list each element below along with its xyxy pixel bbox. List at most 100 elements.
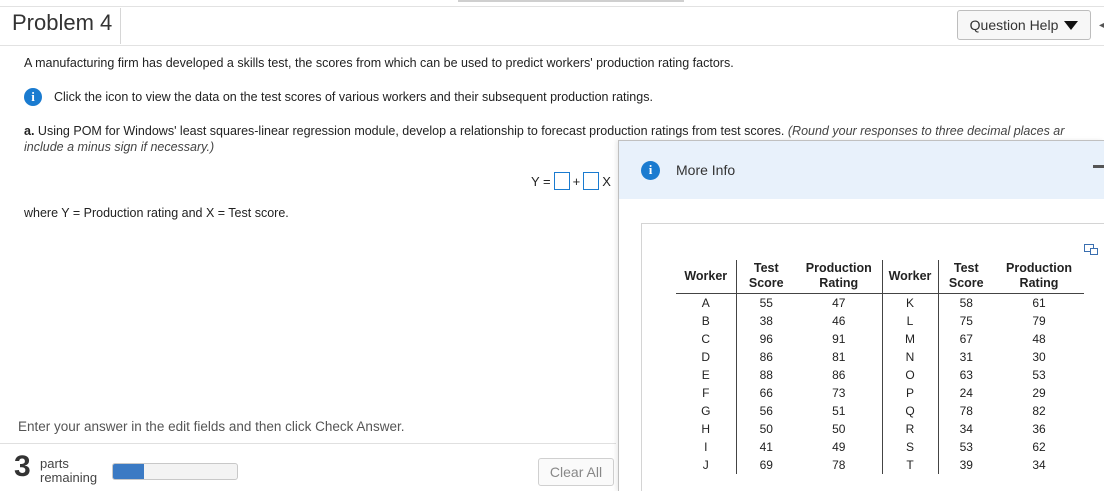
cell-worker: A [676, 293, 737, 312]
cell-test-score: 58 [959, 296, 973, 310]
parts-word: parts [40, 456, 69, 471]
table-header-row: Worker Test Score Production Rating Worker… [676, 260, 1084, 294]
info-icon: i [641, 160, 660, 180]
cell-production-rating: 91 [796, 330, 883, 348]
table-row: C 96 91 M 67 48 [676, 330, 1084, 348]
cell-test-score: 53 [959, 440, 973, 454]
cell-production-rating: 79 [1032, 314, 1046, 328]
title-divider [120, 8, 121, 44]
cell-worker: N [882, 348, 939, 366]
dialog-header[interactable]: i More Info [619, 141, 1104, 199]
info-icon[interactable]: i [24, 88, 42, 106]
top-divider [458, 0, 684, 2]
dialog-title: More Info [676, 162, 736, 178]
cell-worker: O [882, 366, 939, 384]
table-row: H 50 50 R 34 36 [676, 420, 1084, 438]
cell-worker: P [882, 384, 939, 402]
cell-production-rating: 86 [796, 366, 883, 384]
cell-worker: L [882, 312, 939, 330]
equation-lhs: Y = [531, 173, 551, 189]
col-header-test-score: Test Score [938, 260, 994, 294]
cell-production-rating: 82 [1032, 404, 1046, 418]
part-a-text: Using POM for Windows' least squares-lin… [37, 124, 785, 138]
cell-test-score: 67 [959, 332, 973, 346]
header-rule [0, 6, 1104, 7]
cell-test-score: 75 [959, 314, 973, 328]
part-a-label: a. [24, 124, 35, 138]
col-header-production-rating: Production Rating [796, 260, 883, 294]
cell-production-rating: 81 [796, 348, 883, 366]
cell-worker: H [676, 420, 737, 438]
cell-production-rating: 48 [1032, 332, 1046, 346]
cell-production-rating: 46 [796, 312, 883, 330]
cell-test-score: 96 [759, 332, 773, 346]
more-info-dialog: i More Info Worker Test Score Production R… [618, 140, 1104, 491]
footer-rule [0, 443, 616, 444]
cell-test-score: 31 [959, 350, 973, 364]
cell-test-score: 69 [759, 458, 773, 472]
cell-production-rating: 34 [1032, 458, 1046, 472]
cell-worker: C [676, 330, 737, 348]
cell-worker: D [676, 348, 737, 366]
cell-production-rating: 61 [1032, 296, 1046, 310]
rounding-hint: (Round your responses to three decimal p… [787, 124, 1065, 138]
cell-worker: Q [882, 402, 939, 420]
parts-remaining-count: 3 [14, 450, 31, 483]
cell-worker: R [882, 420, 939, 438]
cell-production-rating: 78 [796, 456, 883, 474]
cell-worker: E [676, 366, 737, 384]
cell-test-score: 63 [959, 368, 973, 382]
cell-test-score: 78 [959, 404, 973, 418]
cell-worker: F [676, 384, 737, 402]
cell-test-score: 39 [959, 458, 973, 472]
remaining-word: remaining [40, 470, 98, 485]
copy-icon[interactable] [1084, 244, 1098, 255]
table-row: F 66 73 P 24 29 [676, 384, 1084, 402]
question-help-label: Question Help [969, 17, 1059, 33]
cell-worker: S [882, 438, 939, 456]
caret-down-icon [1064, 20, 1079, 30]
page-title: Problem 4 [12, 10, 113, 35]
intercept-input[interactable] [553, 172, 570, 190]
cell-production-rating: 36 [1032, 422, 1046, 436]
worker-data-table: Worker Test Score Production Rating Worker… [676, 260, 1084, 474]
cell-test-score: 24 [959, 386, 973, 400]
cell-production-rating: 29 [1032, 386, 1046, 400]
cell-test-score: 50 [759, 422, 773, 436]
header-bottom-rule [0, 45, 1104, 46]
cell-production-rating: 47 [796, 293, 883, 312]
cell-worker: T [882, 456, 939, 474]
info-link[interactable]: i Click the icon to view the data on the… [24, 88, 653, 106]
table-row: G 56 51 Q 78 82 [676, 402, 1084, 420]
question-help-button[interactable]: Question Help [957, 10, 1091, 40]
equation-plus: + [572, 173, 581, 189]
table-row: J 69 78 T 39 34 [676, 456, 1084, 474]
cell-worker: G [676, 402, 737, 420]
cell-test-score: 55 [759, 296, 773, 310]
cell-test-score: 34 [959, 422, 973, 436]
regression-equation: Y = + X [531, 172, 611, 190]
slope-input[interactable] [583, 172, 600, 190]
rounding-hint-continued: include a minus sign if necessary.) [24, 140, 215, 154]
answer-instruction: Enter your answer in the edit fields and… [18, 419, 405, 434]
info-link-text: Click the icon to view the data on the t… [54, 90, 653, 104]
cell-worker: I [676, 438, 737, 456]
clear-all-button[interactable]: Clear All [538, 458, 614, 486]
cell-test-score: 86 [759, 350, 773, 364]
minimize-icon[interactable] [1093, 165, 1104, 168]
cell-worker: M [882, 330, 939, 348]
col-header-test-score: Test Score [736, 260, 796, 294]
cell-production-rating: 62 [1032, 440, 1046, 454]
cell-production-rating: 73 [796, 384, 883, 402]
table-row: D 86 81 N 31 30 [676, 348, 1084, 366]
cell-production-rating: 49 [796, 438, 883, 456]
table-row: E 88 86 O 63 53 [676, 366, 1084, 384]
cell-test-score: 41 [759, 440, 773, 454]
cell-test-score: 66 [759, 386, 773, 400]
chevron-left-icon[interactable]: ◀ [1099, 20, 1104, 31]
col-header-production-rating: Production Rating [994, 260, 1084, 294]
variable-definition: where Y = Production rating and X = Test… [24, 206, 289, 220]
cell-worker: K [882, 293, 939, 312]
progress-fill [113, 464, 144, 479]
table-row: A 55 47 K 58 61 [676, 293, 1084, 312]
